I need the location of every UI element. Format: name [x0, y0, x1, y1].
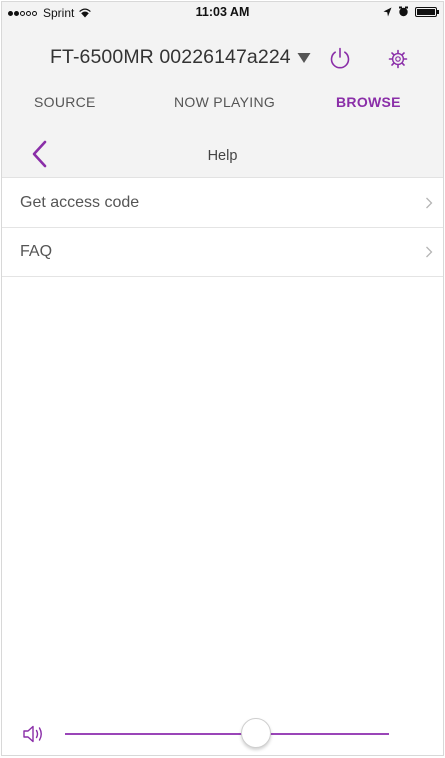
volume-control	[2, 714, 443, 754]
alarm-icon	[399, 6, 408, 17]
tab-source[interactable]: SOURCE	[34, 94, 96, 110]
device-row: FT-6500MR 00226147a224	[2, 42, 443, 78]
page-title: Help	[207, 148, 238, 164]
battery-fill	[417, 8, 435, 15]
gear-icon	[388, 49, 408, 69]
device-name: FT-6500MR 00226147a224	[50, 46, 291, 68]
tab-bar: SOURCE NOW PLAYING BROWSE	[2, 88, 443, 118]
power-icon	[330, 47, 350, 69]
triangle-down-icon	[297, 52, 311, 63]
status-bar: Sprint 11:03 AM	[2, 2, 443, 22]
location-arrow-icon	[383, 7, 392, 16]
app-screen: Sprint 11:03 AM FT-6500MR 00226147a224 S…	[1, 1, 444, 756]
tab-browse[interactable]: BROWSE	[336, 94, 401, 110]
header-area: Sprint 11:03 AM FT-6500MR 00226147a224 S…	[2, 2, 443, 178]
list-item-faq[interactable]: FAQ	[2, 228, 443, 277]
device-selector[interactable]: FT-6500MR 00226147a224	[50, 46, 311, 69]
status-time: 11:03 AM	[195, 5, 250, 19]
chevron-right-icon	[426, 197, 433, 209]
battery-nub	[437, 9, 439, 14]
status-right	[383, 6, 439, 17]
volume-slider-thumb[interactable]	[241, 718, 272, 748]
speaker-icon	[23, 725, 42, 743]
list-item-get-access-code[interactable]: Get access code	[2, 179, 443, 228]
nav-bar: Help	[2, 130, 443, 178]
help-list: Get access code FAQ	[2, 179, 443, 277]
list-item-label: FAQ	[20, 243, 53, 260]
power-button[interactable]	[326, 44, 354, 72]
tab-now-playing[interactable]: NOW PLAYING	[174, 94, 275, 110]
chevron-right-icon	[426, 246, 433, 258]
settings-button[interactable]	[384, 45, 412, 73]
volume-slider-track[interactable]	[65, 733, 389, 735]
list-item-label: Get access code	[20, 194, 140, 211]
battery-icon	[415, 6, 439, 17]
